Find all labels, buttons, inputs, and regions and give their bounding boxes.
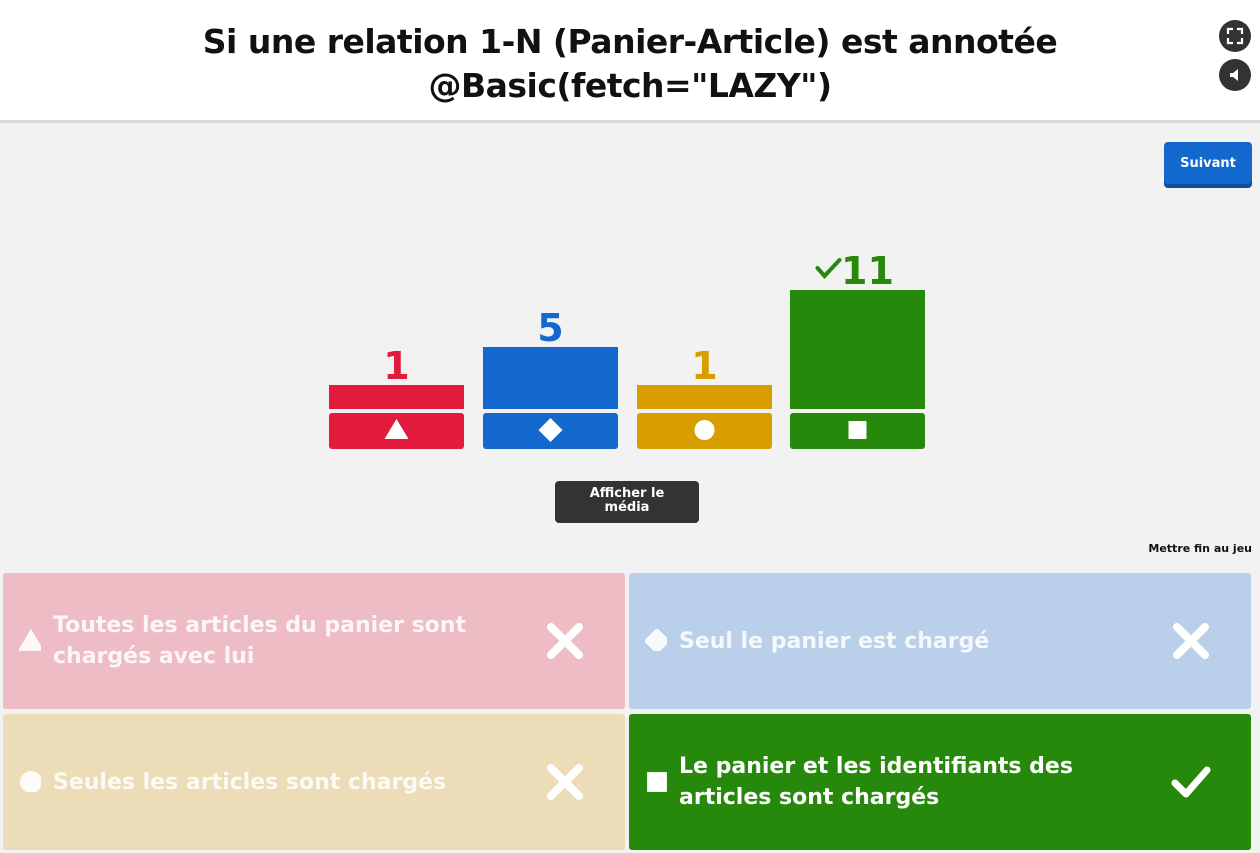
cross-icon [547, 623, 583, 659]
triangle-icon [19, 629, 41, 651]
result-bar-group-triangle: 1 [329, 344, 464, 449]
end-game-link[interactable]: Mettre fin au jeu [1148, 542, 1252, 555]
result-bar-group-square: 11 [790, 249, 925, 449]
answer-shape [647, 772, 667, 792]
result-bar-group-diamond: 5 [483, 306, 618, 449]
show-media-button[interactable]: Afficher le média [555, 481, 699, 523]
result-bar-diamond [483, 347, 618, 409]
results-chart: 15111 [329, 249, 925, 449]
result-bar-triangle [329, 385, 464, 409]
answer-text: Le panier et les identifiants des articl… [679, 754, 1073, 810]
answer-triangle[interactable]: Toutes les articles du panier sont charg… [3, 573, 625, 709]
answer-shape [645, 629, 667, 651]
cross-icon [1173, 623, 1209, 659]
answer-shape [20, 771, 41, 792]
cross-icon [547, 764, 583, 800]
result-bar-group-circle: 1 [637, 344, 772, 449]
answer-circle[interactable]: Seules les articles sont chargés [3, 714, 625, 850]
result-count-label: 5 [537, 306, 563, 350]
result-count-label: 1 [383, 344, 409, 388]
result-count-label: 1 [691, 344, 717, 388]
circle-icon [20, 771, 41, 792]
answer-shape [19, 629, 41, 651]
answer-diamond[interactable]: Seul le panier est chargé [629, 573, 1251, 709]
answer-text: Toutes les articles du panier sont charg… [53, 613, 466, 669]
square-icon [647, 772, 667, 792]
result-count-label: 11 [841, 249, 894, 293]
square-icon [848, 421, 867, 439]
answer-text: Seul le panier est chargé [679, 628, 990, 654]
circle-icon [694, 420, 715, 440]
check-icon [1171, 766, 1211, 798]
show-media-label-line-1: Afficher le [589, 485, 665, 501]
show-media-label-line-2: média [604, 499, 650, 515]
answer-square[interactable]: Le panier et les identifiants des articl… [629, 714, 1251, 850]
correct-check-icon [815, 258, 842, 279]
result-bar-square [790, 290, 925, 409]
answer-text: Seules les articles sont chargés [53, 769, 447, 795]
result-bar-circle [637, 385, 772, 409]
diamond-icon [645, 629, 667, 651]
